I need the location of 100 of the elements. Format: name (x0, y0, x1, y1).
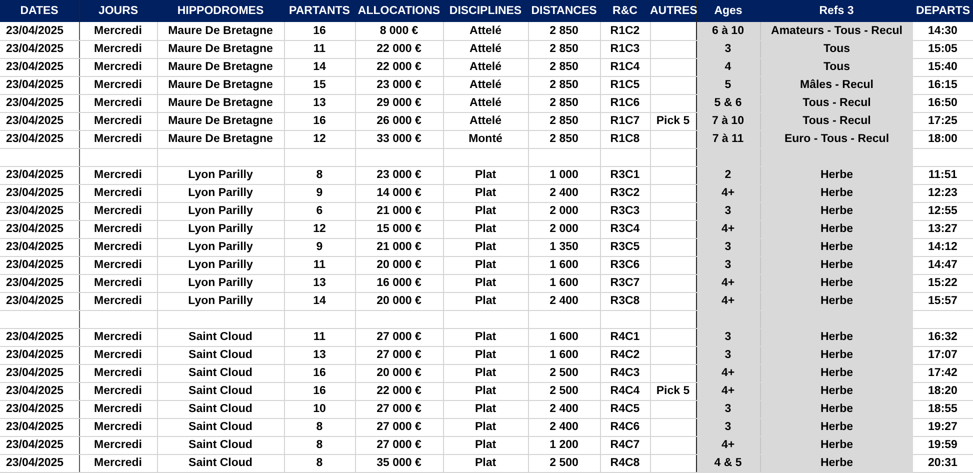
table-cell: 16 (313, 115, 326, 127)
table-cell: 23/04/2025 (6, 457, 64, 469)
table-cell: 23/04/2025 (6, 115, 64, 127)
table-cell: 3 (724, 205, 732, 217)
table-cell: 12 (313, 133, 326, 145)
column-header: DISTANCES (528, 0, 600, 22)
table-cell: R3C7 (610, 277, 640, 289)
table-cell: 2 850 (550, 115, 578, 127)
table-cell: 23/04/2025 (6, 259, 64, 271)
table-cell: 8 (316, 457, 323, 469)
table-cell: Maure De Bretagne (168, 79, 273, 91)
table-cell: R3C1 (610, 169, 640, 181)
table-cell: 2 850 (550, 133, 578, 145)
table-cell: 17:25 (928, 115, 958, 127)
table-cell: Mercredi (94, 367, 142, 379)
table-cell: 2 500 (550, 385, 578, 397)
table-cell: Mercredi (94, 43, 142, 55)
table-cell: 8 000 € (380, 24, 418, 37)
column-header: DATES (0, 0, 79, 22)
table-cell: 5 & 6 (714, 97, 742, 109)
table-cell: 18:20 (928, 385, 958, 397)
table-cell: 2 500 (550, 457, 578, 469)
table-cell: Herbe (820, 385, 854, 397)
table-cell: 16 (313, 367, 326, 379)
table-cell: 27 000 € (376, 421, 422, 433)
table-cell: Plat (474, 403, 496, 415)
table-cell: 11 (313, 331, 326, 343)
table-cell: 14:47 (928, 259, 958, 271)
table-cell: 2 400 (550, 421, 578, 433)
table-cell: Herbe (820, 331, 854, 343)
table-cell: 23/04/2025 (6, 403, 64, 415)
table-cell: Mercredi (94, 349, 142, 361)
table-cell: Plat (474, 223, 496, 235)
table-cell: R4C2 (610, 349, 640, 361)
table-cell: 2 850 (550, 43, 578, 55)
column-header: HIPPODROMES (157, 0, 284, 22)
table-cell: R4C6 (610, 421, 640, 433)
table-cell: 5 (724, 79, 732, 91)
table-cell: Tous (823, 43, 850, 55)
column-header: DEPARTS (913, 0, 973, 22)
table-cell: Maure De Bretagne (168, 133, 273, 145)
table-cell: R4C7 (610, 439, 640, 451)
table-cell: 23/04/2025 (6, 169, 64, 181)
table-cell: 23/04/2025 (6, 61, 64, 73)
table-cell: 8 (316, 439, 323, 451)
table-cell: 22 000 € (376, 61, 422, 73)
table-cell: Lyon Parilly (188, 187, 253, 199)
table-cell: 16 (313, 24, 326, 37)
table-cell: Lyon Parilly (188, 241, 253, 253)
table-cell: 8 (316, 421, 323, 433)
column-header: DISCIPLINES (443, 0, 528, 22)
table-cell: 11:51 (928, 169, 958, 181)
table-cell: Saint Cloud (188, 367, 252, 379)
table-cell: 21 000 € (376, 205, 422, 217)
table-cell: Attelé (470, 115, 502, 127)
table-cell: Lyon Parilly (188, 223, 253, 235)
table-cell: Mercredi (94, 133, 142, 145)
table-cell: Saint Cloud (188, 331, 252, 343)
table-cell: Attelé (470, 97, 502, 109)
table-cell: 16 000 € (376, 277, 422, 289)
table-cell: Saint Cloud (188, 457, 252, 469)
table-cell: 12:55 (928, 205, 958, 217)
table-cell: Attelé (470, 43, 502, 55)
table-cell: 20:31 (928, 457, 958, 469)
table-cell: R3C2 (610, 187, 640, 199)
table-cell: 29 000 € (376, 97, 422, 109)
table-cell: Mercredi (94, 97, 142, 109)
table-cell: Pick 5 (656, 385, 690, 397)
table-cell: Herbe (820, 439, 854, 451)
table-cell: 14 000 € (376, 187, 422, 199)
table-cell: Mercredi (94, 169, 142, 181)
table-cell: 3 (724, 331, 732, 343)
table-cell: 23/04/2025 (6, 43, 64, 55)
column-header: Refs 3 (760, 0, 913, 22)
table-cell: R4C1 (610, 331, 640, 343)
table-cell: 6 à 10 (712, 24, 744, 37)
table-cell: 9 (316, 241, 323, 253)
table-cell: 1 600 (550, 331, 578, 343)
table-cell: Monté (468, 133, 502, 145)
table-cell: R1C5 (610, 79, 640, 91)
table-cell: 15 (313, 79, 326, 91)
table-cell: Mâles - Recul (800, 79, 874, 91)
table-cell: Maure De Bretagne (168, 97, 273, 109)
table-cell: 2 850 (550, 79, 578, 91)
table-cell: 14 (313, 61, 326, 73)
table-cell: Plat (474, 259, 496, 271)
table-cell: 27 000 € (376, 349, 422, 361)
table-cell: 35 000 € (376, 457, 422, 469)
table-cell: Plat (474, 205, 496, 217)
table-cell: Lyon Parilly (188, 295, 253, 307)
table-cell: 23/04/2025 (6, 24, 64, 37)
table-cell: 4+ (721, 367, 735, 379)
table-cell: 3 (724, 241, 732, 253)
table-cell: 3 (724, 43, 732, 55)
table-cell: Mercredi (94, 223, 142, 235)
table-cell: 11 (313, 259, 326, 271)
table-cell: 14 (313, 295, 326, 307)
column-header: R&C (600, 0, 650, 22)
table-cell: R4C8 (610, 457, 640, 469)
table-cell: 23/04/2025 (6, 79, 64, 91)
